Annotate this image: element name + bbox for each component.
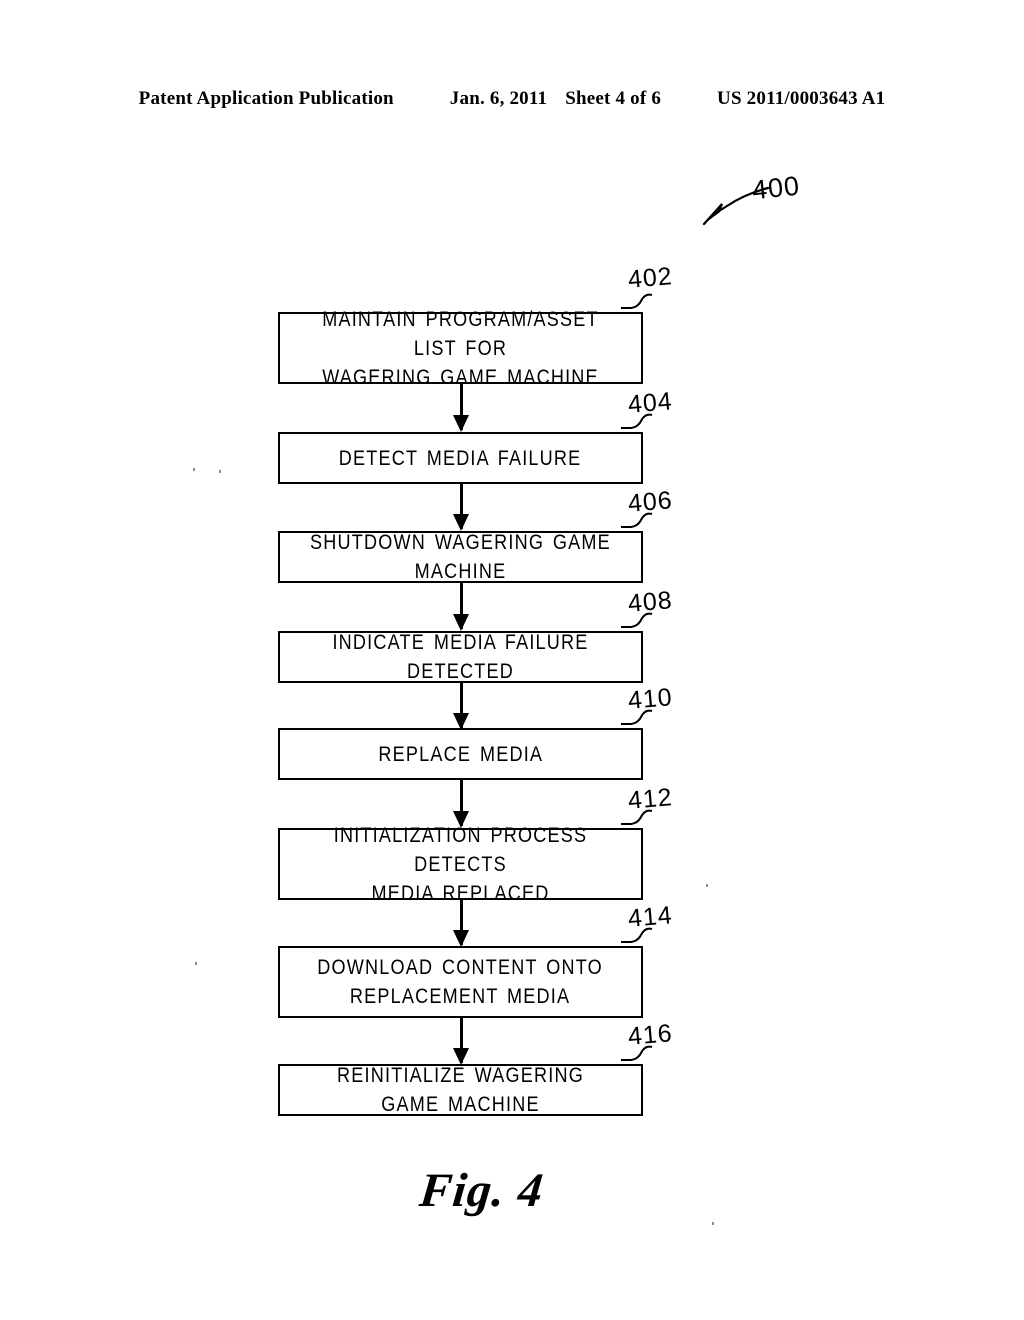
ref-number-406: 406	[626, 486, 674, 518]
flow-box-402[interactable]: MAINTAIN PROGRAM/ASSET LIST FOR WAGERING…	[278, 308, 643, 389]
header-sheet-label: Sheet 4 of 6	[565, 88, 662, 109]
scan-speck	[706, 884, 708, 887]
arrow-402-to-404	[453, 384, 469, 432]
flow-box-410-text: REPLACE MEDIA	[378, 742, 543, 766]
flow-box-408-text: INDICATE MEDIA FAILURE DETECTED	[332, 631, 589, 683]
ref-number-408: 408	[626, 586, 674, 618]
scan-speck	[712, 1222, 714, 1225]
flow-box-410[interactable]: REPLACE MEDIA	[278, 728, 643, 780]
flow-box-412-text: INITIALIZATION PROCESS DETECTS MEDIA REP…	[333, 823, 588, 905]
flow-box-414-text: DOWNLOAD CONTENT ONTO REPLACEMENT MEDIA	[317, 956, 604, 1008]
flow-box-412[interactable]: INITIALIZATION PROCESS DETECTS MEDIA REP…	[278, 824, 643, 905]
scan-speck	[195, 962, 197, 965]
ref-number-416: 416	[626, 1019, 674, 1051]
flow-box-406[interactable]: SHUTDOWN WAGERING GAME MACHINE	[278, 531, 643, 583]
header-patent-number: US 2011/0003643 A1	[717, 88, 886, 109]
flow-box-414[interactable]: DOWNLOAD CONTENT ONTO REPLACEMENT MEDIA	[278, 946, 643, 1018]
ref-leader-402-icon	[621, 293, 653, 309]
page-header: Patent Application Publication Jan. 6, 2…	[0, 88, 1024, 110]
flow-box-416[interactable]: REINITIALIZE WAGERING GAME MACHINE	[278, 1064, 643, 1116]
figure-ref-400: 400	[750, 170, 802, 206]
arrow-408-to-410	[453, 683, 469, 730]
arrow-414-to-416	[453, 1018, 469, 1065]
header-date-label: Jan. 6, 2011	[449, 88, 548, 109]
scan-speck	[219, 470, 221, 473]
ref-number-410: 410	[626, 683, 674, 715]
figure-caption: Fig. 4	[417, 1164, 547, 1217]
header-publication-label: Patent Application Publication	[138, 88, 394, 109]
arrow-404-to-406	[453, 484, 469, 531]
flow-box-404[interactable]: DETECT MEDIA FAILURE	[278, 432, 643, 484]
arrow-406-to-408	[453, 583, 469, 631]
ref-number-404: 404	[626, 387, 674, 419]
flow-box-416-text: REINITIALIZE WAGERING GAME MACHINE	[337, 1064, 584, 1116]
ref-number-414: 414	[626, 901, 674, 933]
flow-box-408[interactable]: INDICATE MEDIA FAILURE DETECTED	[278, 631, 643, 683]
ref-number-412: 412	[626, 783, 674, 815]
scan-speck	[193, 468, 195, 471]
arrow-412-to-414	[453, 900, 469, 947]
flow-box-406-text: SHUTDOWN WAGERING GAME MACHINE	[310, 531, 611, 583]
arrow-410-to-412	[453, 780, 469, 828]
ref-number-402: 402	[626, 262, 674, 294]
flow-box-404-text: DETECT MEDIA FAILURE	[339, 446, 582, 470]
flow-box-402-text: MAINTAIN PROGRAM/ASSET LIST FOR WAGERING…	[322, 307, 599, 389]
